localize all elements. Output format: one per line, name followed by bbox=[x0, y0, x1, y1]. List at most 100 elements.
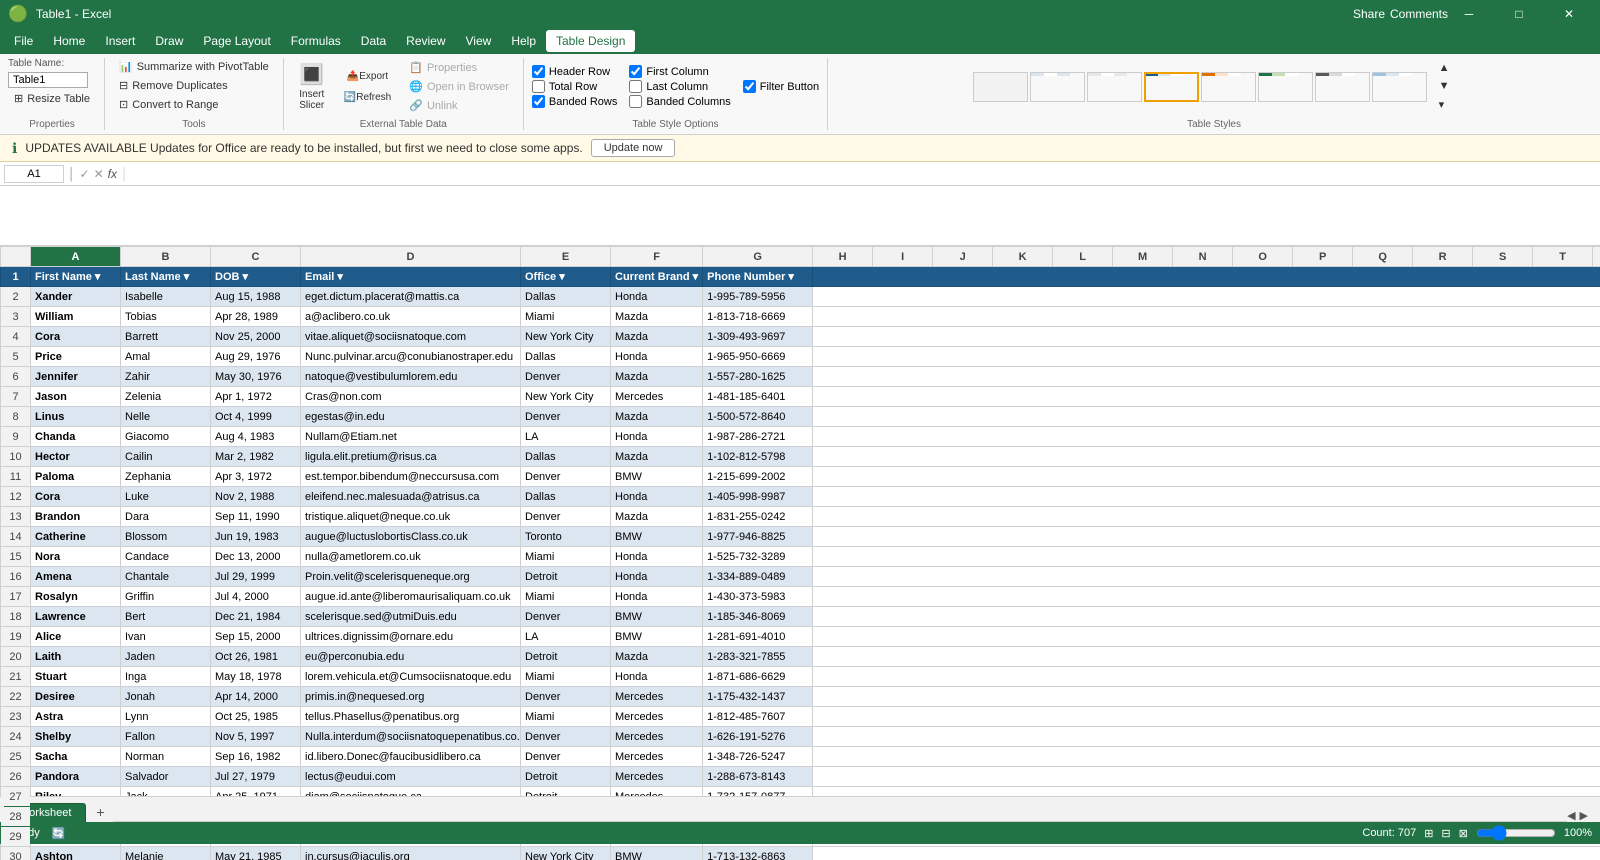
page-break-btn[interactable]: ⊠ bbox=[1459, 827, 1468, 840]
cell-F17[interactable]: Honda bbox=[611, 587, 703, 607]
page-layout-btn[interactable]: ⊟ bbox=[1441, 827, 1450, 840]
cell-D4[interactable]: vitae.aliquet@sociisnatoque.com bbox=[301, 327, 521, 347]
cell-F10[interactable]: Mazda bbox=[611, 447, 703, 467]
cell-E26[interactable]: Detroit bbox=[521, 767, 611, 787]
cell-reference-input[interactable] bbox=[4, 165, 64, 183]
cell-A11[interactable]: Paloma bbox=[31, 467, 121, 487]
cell-C15[interactable]: Dec 13, 2000 bbox=[211, 547, 301, 567]
cell-F30[interactable]: BMW bbox=[611, 847, 703, 860]
menu-table-design[interactable]: Table Design bbox=[546, 30, 635, 52]
cell-E4[interactable]: New York City bbox=[521, 327, 611, 347]
cell-A22[interactable]: Desiree bbox=[31, 687, 121, 707]
formula-input[interactable] bbox=[132, 165, 1596, 183]
convert-to-range-btn[interactable]: ⊡ Convert to Range bbox=[113, 96, 224, 113]
zoom-slider[interactable] bbox=[1476, 825, 1556, 841]
cell-A26[interactable]: Pandora bbox=[31, 767, 121, 787]
cell-A17[interactable]: Rosalyn bbox=[31, 587, 121, 607]
cell-B3[interactable]: Tobias bbox=[121, 307, 211, 327]
cell-F1[interactable]: Current Brand ▾ bbox=[611, 267, 703, 287]
total-row-checkbox-row[interactable]: Total Row bbox=[532, 80, 618, 93]
cell-F24[interactable]: Mercedes bbox=[611, 727, 703, 747]
cell-C24[interactable]: Nov 5, 1997 bbox=[211, 727, 301, 747]
cell-E3[interactable]: Miami bbox=[521, 307, 611, 327]
cell-D6[interactable]: natoque@vestibulumlorem.edu bbox=[301, 367, 521, 387]
style-medium-blue[interactable] bbox=[1144, 72, 1199, 102]
cell-B16[interactable]: Chantale bbox=[121, 567, 211, 587]
cell-B9[interactable]: Giacomo bbox=[121, 427, 211, 447]
menu-help[interactable]: Help bbox=[501, 30, 546, 52]
cell-D2[interactable]: eget.dictum.placerat@mattis.ca bbox=[301, 287, 521, 307]
cell-F20[interactable]: Mazda bbox=[611, 647, 703, 667]
cell-A13[interactable]: Brandon bbox=[31, 507, 121, 527]
cell-D15[interactable]: nulla@ametlorem.co.uk bbox=[301, 547, 521, 567]
first-column-checkbox[interactable] bbox=[629, 65, 642, 78]
cell-D7[interactable]: Cras@non.com bbox=[301, 387, 521, 407]
cell-B25[interactable]: Norman bbox=[121, 747, 211, 767]
cell-E7[interactable]: New York City bbox=[521, 387, 611, 407]
cell-A7[interactable]: Jason bbox=[31, 387, 121, 407]
cell-F25[interactable]: Mercedes bbox=[611, 747, 703, 767]
cell-C8[interactable]: Oct 4, 1999 bbox=[211, 407, 301, 427]
table-name-input[interactable] bbox=[8, 72, 88, 88]
cell-E25[interactable]: Denver bbox=[521, 747, 611, 767]
cell-E10[interactable]: Dallas bbox=[521, 447, 611, 467]
formula-cancel-icon[interactable]: ✕ bbox=[94, 167, 104, 181]
comments-button[interactable]: Comments bbox=[1396, 0, 1442, 28]
menu-review[interactable]: Review bbox=[396, 30, 455, 52]
cell-A30[interactable]: Ashton bbox=[31, 847, 121, 860]
col-header-S[interactable]: S bbox=[1473, 247, 1533, 267]
cell-A15[interactable]: Nora bbox=[31, 547, 121, 567]
cell-C14[interactable]: Jun 19, 1983 bbox=[211, 527, 301, 547]
cell-B26[interactable]: Salvador bbox=[121, 767, 211, 787]
cell-F21[interactable]: Honda bbox=[611, 667, 703, 687]
cell-D24[interactable]: Nulla.interdum@sociisnatoquepenatibus.co… bbox=[301, 727, 521, 747]
cell-D1[interactable]: Email ▾ bbox=[301, 267, 521, 287]
cell-A3[interactable]: William bbox=[31, 307, 121, 327]
col-header-O[interactable]: O bbox=[1233, 247, 1293, 267]
cell-B12[interactable]: Luke bbox=[121, 487, 211, 507]
cell-E5[interactable]: Dallas bbox=[521, 347, 611, 367]
cell-C2[interactable]: Aug 15, 1988 bbox=[211, 287, 301, 307]
filter-button-checkbox[interactable] bbox=[743, 80, 756, 93]
share-button[interactable]: Share bbox=[1346, 0, 1392, 28]
cell-A5[interactable]: Price bbox=[31, 347, 121, 367]
cell-A2[interactable]: Xander bbox=[31, 287, 121, 307]
cell-D21[interactable]: lorem.vehicula.et@Cumsociisnatoque.edu bbox=[301, 667, 521, 687]
cell-B24[interactable]: Fallon bbox=[121, 727, 211, 747]
cell-A25[interactable]: Sacha bbox=[31, 747, 121, 767]
col-header-Q[interactable]: Q bbox=[1353, 247, 1413, 267]
menu-file[interactable]: File bbox=[4, 30, 43, 52]
banded-rows-checkbox[interactable] bbox=[532, 95, 545, 108]
maximize-button[interactable]: □ bbox=[1496, 0, 1542, 28]
minimize-button[interactable]: ─ bbox=[1446, 0, 1492, 28]
cell-F26[interactable]: Mercedes bbox=[611, 767, 703, 787]
cell-F23[interactable]: Mercedes bbox=[611, 707, 703, 727]
cell-B2[interactable]: Isabelle bbox=[121, 287, 211, 307]
cell-F16[interactable]: Honda bbox=[611, 567, 703, 587]
cell-G17[interactable]: 1-430-373-5983 bbox=[703, 587, 813, 607]
cell-B17[interactable]: Griffin bbox=[121, 587, 211, 607]
cell-B23[interactable]: Lynn bbox=[121, 707, 211, 727]
cell-E18[interactable]: Denver bbox=[521, 607, 611, 627]
cell-E2[interactable]: Dallas bbox=[521, 287, 611, 307]
cell-A10[interactable]: Hector bbox=[31, 447, 121, 467]
cell-E14[interactable]: Toronto bbox=[521, 527, 611, 547]
cell-E17[interactable]: Miami bbox=[521, 587, 611, 607]
cell-F4[interactable]: Mazda bbox=[611, 327, 703, 347]
cell-G7[interactable]: 1-481-185-6401 bbox=[703, 387, 813, 407]
cell-C23[interactable]: Oct 25, 1985 bbox=[211, 707, 301, 727]
cell-G9[interactable]: 1-987-286-2721 bbox=[703, 427, 813, 447]
cell-C20[interactable]: Oct 26, 1981 bbox=[211, 647, 301, 667]
cell-G5[interactable]: 1-965-950-6669 bbox=[703, 347, 813, 367]
cell-B10[interactable]: Cailin bbox=[121, 447, 211, 467]
close-button[interactable]: ✕ bbox=[1546, 0, 1592, 28]
filter-button-checkbox-row[interactable]: Filter Button bbox=[743, 80, 819, 93]
menu-view[interactable]: View bbox=[456, 30, 502, 52]
banded-columns-checkbox[interactable] bbox=[629, 95, 642, 108]
cell-A1[interactable]: First Name ▾ bbox=[31, 267, 121, 287]
style-none[interactable] bbox=[973, 72, 1028, 102]
cell-D9[interactable]: Nullam@Etiam.net bbox=[301, 427, 521, 447]
col-header-D[interactable]: D bbox=[301, 247, 521, 267]
cell-E30[interactable]: New York City bbox=[521, 847, 611, 860]
cell-E9[interactable]: LA bbox=[521, 427, 611, 447]
